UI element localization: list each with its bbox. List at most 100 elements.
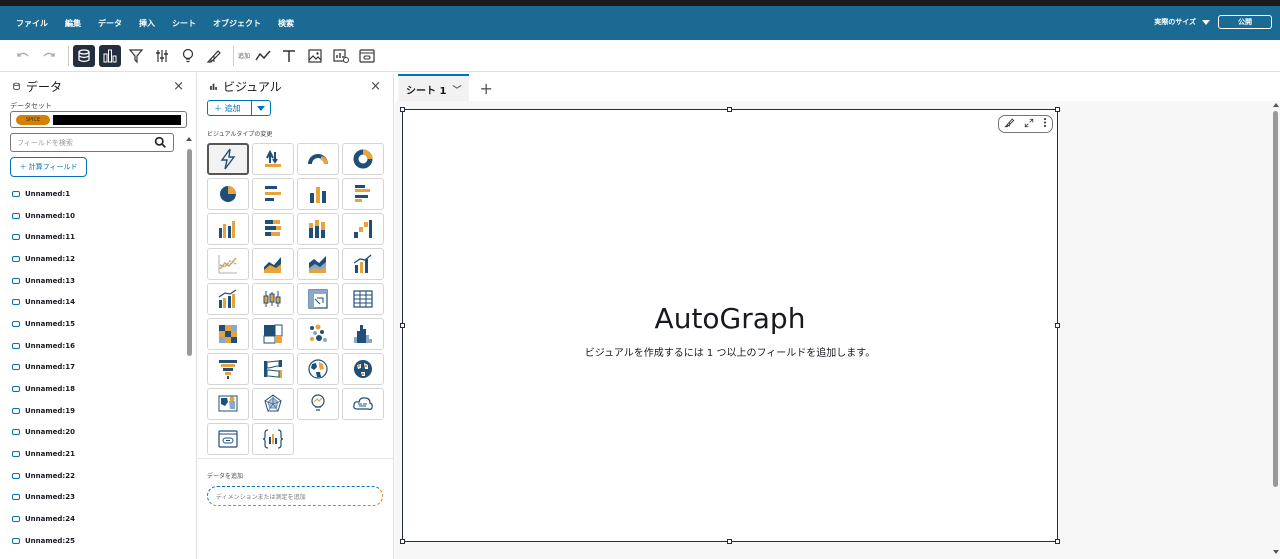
field-item[interactable]: Unnamed:11 xyxy=(12,226,75,248)
field-item[interactable]: Unnamed:20 xyxy=(12,422,75,444)
visual-panel-toggle[interactable] xyxy=(99,44,121,67)
visual-type-insight[interactable] xyxy=(297,388,339,420)
resize-handle[interactable] xyxy=(1055,539,1060,544)
field-search-input[interactable]: フィールドを検索 xyxy=(10,133,174,152)
add-visual-button[interactable]: ＋ 追加 xyxy=(207,100,271,116)
add-calculated-field-button[interactable]: ＋ 計算フィールド xyxy=(10,157,87,177)
resize-handle[interactable] xyxy=(1055,107,1060,112)
scroll-down-arrow[interactable] xyxy=(1273,550,1279,554)
visual-type-vertical-bar[interactable] xyxy=(297,178,339,210)
resize-handle[interactable] xyxy=(400,107,405,112)
tab-sheet-1[interactable]: シート 1 ﹀ xyxy=(398,74,470,102)
resize-handle[interactable] xyxy=(727,107,732,112)
close-icon[interactable]: × xyxy=(370,79,381,94)
visual-type-box-plot[interactable] xyxy=(252,283,294,315)
field-list-scrollbar[interactable] xyxy=(187,149,192,356)
field-item[interactable]: Unnamed:15 xyxy=(12,313,75,335)
visual-type-combo-clustered[interactable] xyxy=(207,283,249,315)
sheet-scrollbar[interactable] xyxy=(1273,111,1278,487)
insights-button[interactable] xyxy=(177,45,199,67)
add-embed-button[interactable] xyxy=(356,45,378,67)
autograph-visual[interactable]: AutoGraph ビジュアルを作成するには 1 つ以上のフィールドを追加します… xyxy=(402,109,1058,542)
expand-icon[interactable] xyxy=(1024,118,1034,131)
field-item[interactable]: Unnamed:13 xyxy=(12,270,75,292)
visual-type-clustered-vertical-bar[interactable] xyxy=(207,213,249,245)
visual-type-donut[interactable] xyxy=(342,143,384,175)
data-panel-toggle[interactable] xyxy=(73,44,95,67)
visual-type-horizontal-bar[interactable] xyxy=(252,178,294,210)
menu-object[interactable]: オブジェクト xyxy=(213,18,261,29)
chevron-down-icon[interactable] xyxy=(257,105,265,111)
field-item[interactable]: Unnamed:24 xyxy=(12,508,75,530)
menu-search[interactable]: 検索 xyxy=(278,18,294,29)
visual-type-pivot-table[interactable] xyxy=(297,283,339,315)
visual-type-stacked-vertical-bar[interactable] xyxy=(297,213,339,245)
menu-insert[interactable]: 挿入 xyxy=(139,18,155,29)
visual-type-funnel[interactable] xyxy=(207,353,249,385)
undo-button[interactable] xyxy=(12,45,34,67)
visual-type-waterfall[interactable] xyxy=(342,213,384,245)
field-item[interactable]: Unnamed:10 xyxy=(12,205,75,227)
visual-type-filled-map[interactable] xyxy=(297,353,339,385)
add-image-button[interactable] xyxy=(304,45,326,67)
field-item[interactable]: Unnamed:12 xyxy=(12,248,75,270)
resize-handle[interactable] xyxy=(727,539,732,544)
visual-type-area[interactable] xyxy=(252,248,294,280)
format-visual-icon[interactable] xyxy=(1004,117,1015,131)
field-item[interactable]: Unnamed:18 xyxy=(12,378,75,400)
filter-button[interactable] xyxy=(125,45,147,67)
publish-button[interactable]: 公開 xyxy=(1218,15,1272,29)
parameters-button[interactable] xyxy=(151,45,173,67)
visual-type-gauge[interactable] xyxy=(297,143,339,175)
visual-type-line[interactable] xyxy=(207,248,249,280)
visual-type-stacked-area[interactable] xyxy=(297,248,339,280)
resize-handle[interactable] xyxy=(1055,323,1060,328)
field-drop-zone[interactable]: ディメンションまたは測定を追加 xyxy=(207,486,383,506)
field-item[interactable]: Unnamed:17 xyxy=(12,357,75,379)
field-item[interactable]: Unnamed:21 xyxy=(12,443,75,465)
visual-type-geo-map[interactable] xyxy=(207,388,249,420)
size-selector[interactable]: 実際のサイズ xyxy=(1154,17,1196,27)
visual-type-histogram[interactable] xyxy=(342,318,384,350)
themes-button[interactable] xyxy=(203,45,225,67)
visual-type-word-cloud[interactable] xyxy=(342,388,384,420)
visual-type-custom-visual[interactable] xyxy=(207,423,249,455)
visual-type-radar[interactable] xyxy=(252,388,294,420)
add-line-button[interactable] xyxy=(252,45,274,67)
visual-type-scatter[interactable] xyxy=(297,318,339,350)
field-item[interactable]: Unnamed:22 xyxy=(12,465,75,487)
resize-handle[interactable] xyxy=(400,323,405,328)
scroll-up-arrow[interactable] xyxy=(1273,103,1279,107)
visual-type-kpi[interactable] xyxy=(252,143,294,175)
add-text-button[interactable] xyxy=(278,45,300,67)
visual-type-treemap[interactable] xyxy=(252,318,294,350)
visual-type-combo-bar-line[interactable] xyxy=(342,248,384,280)
visual-type-clustered-horizontal-bar[interactable] xyxy=(342,178,384,210)
dataset-selector[interactable]: SPICE xyxy=(10,111,187,128)
field-item[interactable]: Unnamed:14 xyxy=(12,291,75,313)
scroll-up-arrow[interactable] xyxy=(186,137,192,141)
add-sheet-button[interactable]: + xyxy=(479,79,492,98)
menu-edit[interactable]: 編集 xyxy=(65,18,81,29)
visual-type-stacked-horizontal-bar[interactable] xyxy=(252,213,294,245)
add-insight-button[interactable] xyxy=(330,45,352,67)
menu-file[interactable]: ファイル xyxy=(16,18,48,29)
redo-button[interactable] xyxy=(38,45,60,67)
close-icon[interactable]: × xyxy=(173,79,184,94)
visual-type-heatmap[interactable] xyxy=(207,318,249,350)
field-item[interactable]: Unnamed:19 xyxy=(12,400,75,422)
visual-type-point-map[interactable] xyxy=(342,353,384,385)
menu-sheet[interactable]: シート xyxy=(172,18,196,29)
field-item[interactable]: Unnamed:16 xyxy=(12,335,75,357)
chevron-down-icon[interactable]: ﹀ xyxy=(452,83,461,96)
field-item[interactable]: Unnamed:1 xyxy=(12,183,75,205)
visual-type-narrative[interactable] xyxy=(252,423,294,455)
visual-type-sankey[interactable] xyxy=(252,353,294,385)
visual-type-table[interactable] xyxy=(342,283,384,315)
visual-type-pie[interactable] xyxy=(207,178,249,210)
resize-handle[interactable] xyxy=(400,539,405,544)
field-item[interactable]: Unnamed:25 xyxy=(12,530,75,552)
chevron-down-icon[interactable] xyxy=(1202,19,1210,25)
field-item[interactable]: Unnamed:23 xyxy=(12,487,75,509)
menu-data[interactable]: データ xyxy=(98,18,122,29)
